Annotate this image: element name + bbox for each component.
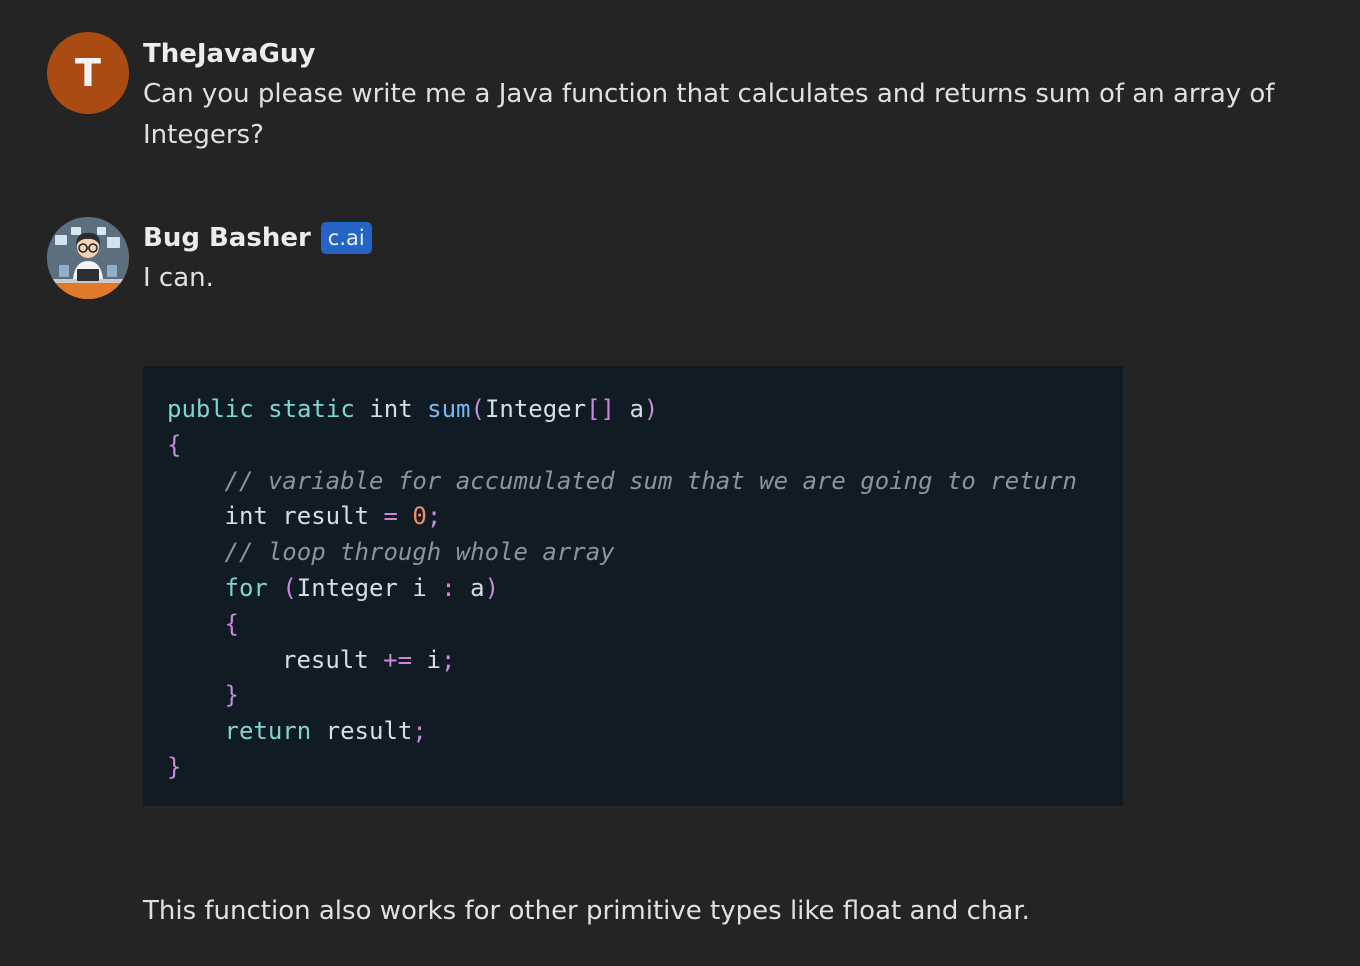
- code-token: Integer i: [296, 574, 442, 602]
- code-token: []: [586, 395, 615, 423]
- code-token: return: [224, 717, 312, 746]
- code-line: for (Integer i : a): [225, 570, 500, 606]
- code-token: ;: [440, 645, 456, 674]
- code-token: public: [167, 395, 254, 423]
- message-author-row: Bug Basher c.ai: [143, 221, 1280, 255]
- user-message: T TheJavaGuy Can you please write me a J…: [0, 0, 1360, 180]
- user-avatar[interactable]: T: [47, 32, 129, 114]
- code-token: i: [412, 645, 441, 674]
- message-author: TheJavaGuy: [143, 39, 316, 69]
- code-line: int result = 0;: [225, 498, 442, 534]
- code-line: {: [167, 427, 181, 463]
- code-token: +=: [383, 645, 413, 674]
- code-token: static: [268, 395, 355, 423]
- message-text: Can you please write me a Java function …: [143, 79, 1275, 150]
- code-token: Integer: [484, 395, 587, 423]
- code-token: result: [311, 717, 413, 746]
- message-author: Bug Basher: [143, 223, 311, 253]
- message-followup-text: This function also works for other primi…: [143, 896, 1030, 926]
- code-token: 0: [412, 502, 427, 531]
- code-token: int: [369, 395, 413, 423]
- code-token: // variable for accumulated sum that we …: [224, 466, 1078, 495]
- code-token: a: [615, 395, 644, 423]
- code-line: result += i;: [282, 642, 455, 678]
- code-token: =: [383, 502, 398, 531]
- code-token: {: [167, 430, 182, 459]
- avatar-letter: T: [75, 51, 101, 95]
- code-line: return result;: [225, 713, 427, 749]
- code-token: ): [643, 395, 659, 423]
- code-token: (: [470, 395, 485, 423]
- code-line: {: [225, 606, 239, 642]
- code-token: ;: [412, 717, 427, 746]
- code-token: }: [167, 753, 182, 781]
- code-token: // loop through whole array: [224, 538, 615, 567]
- code-token: (: [282, 574, 297, 602]
- code-token: :: [441, 574, 456, 602]
- code-token: int result: [224, 502, 384, 531]
- code-line: }: [167, 749, 181, 785]
- message-text: I can.: [143, 263, 214, 293]
- code-line: public static int sum(Integer[] a): [167, 391, 658, 427]
- code-token: for: [224, 574, 268, 602]
- code-token: {: [224, 609, 239, 638]
- ai-badge: c.ai: [320, 222, 372, 254]
- code-line: }: [225, 677, 239, 713]
- code-token: a: [455, 574, 485, 602]
- programmer-avatar-icon[interactable]: [47, 217, 129, 299]
- code-token: sum: [427, 395, 471, 423]
- code-block[interactable]: public static int sum(Integer[] a){// va…: [143, 366, 1123, 806]
- code-line: // variable for accumulated sum that we …: [225, 463, 1078, 499]
- code-token: result: [282, 645, 384, 674]
- code-token: ;: [426, 502, 442, 531]
- code-token: ): [484, 574, 500, 602]
- code-token: }: [224, 681, 239, 710]
- code-line: // loop through whole array: [225, 534, 615, 570]
